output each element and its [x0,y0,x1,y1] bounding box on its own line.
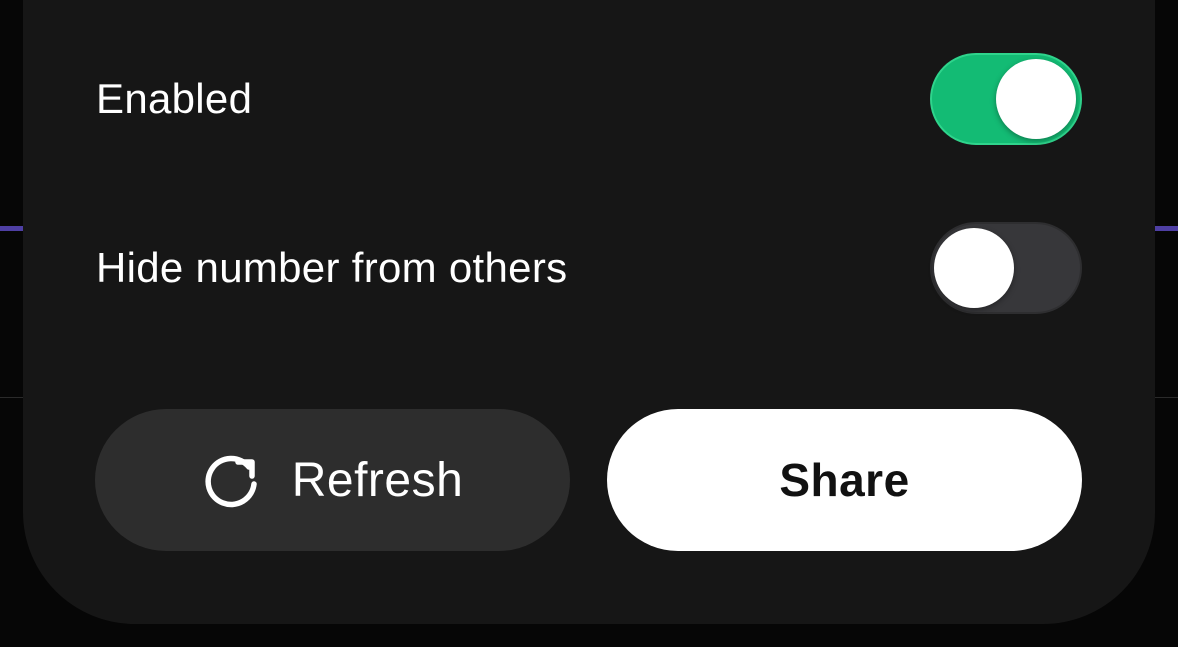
enabled-toggle[interactable] [930,53,1082,145]
hide-number-toggle[interactable] [930,222,1082,314]
setting-row-enabled: Enabled [96,52,1082,146]
share-label: Share [779,454,910,506]
refresh-label: Refresh [291,453,464,507]
hide-number-label: Hide number from others [96,244,568,291]
refresh-icon [205,455,257,508]
refresh-button[interactable]: Refresh [95,409,570,551]
toggle-knob [996,59,1076,139]
enabled-label: Enabled [96,75,253,122]
toggle-knob [934,228,1014,308]
setting-row-hide-number: Hide number from others [96,222,1082,314]
share-button[interactable]: Share [607,409,1082,551]
